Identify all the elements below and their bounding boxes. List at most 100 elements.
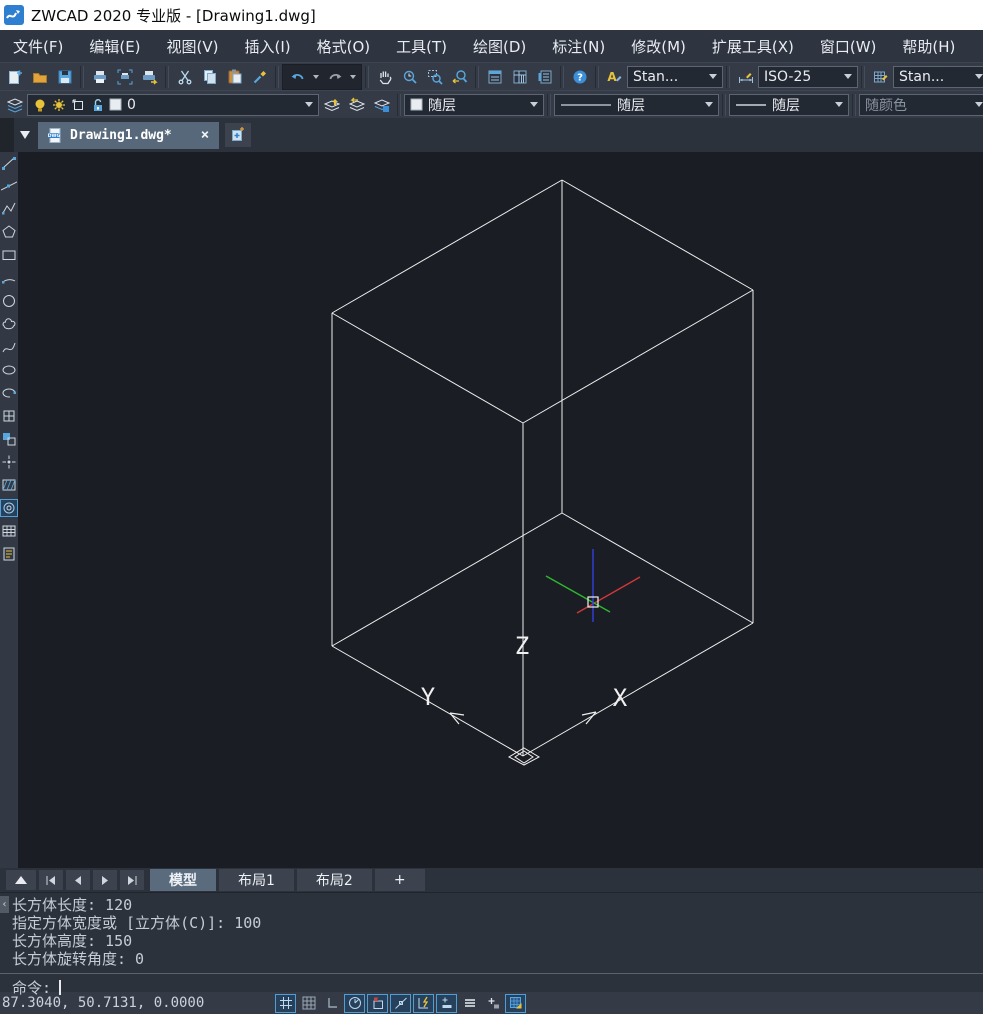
- insert-block-button[interactable]: [1, 408, 17, 424]
- undo-button[interactable]: [285, 65, 310, 89]
- layer-unlock-icon[interactable]: [90, 98, 104, 112]
- doc-tab-list-button[interactable]: [14, 122, 36, 148]
- command-history-collapse[interactable]: ‹: [0, 896, 9, 913]
- zoom-realtime-button[interactable]: [397, 65, 422, 89]
- menu-file[interactable]: 文件(F): [0, 30, 76, 62]
- hamburger-menu-icon: [463, 996, 477, 1010]
- menu-express-tools[interactable]: 扩展工具(X): [699, 30, 807, 62]
- hatch-button[interactable]: [1, 477, 17, 493]
- menu-window[interactable]: 窗口(W): [807, 30, 890, 62]
- properties-toolbar: 0 随层: [0, 90, 983, 118]
- point-button[interactable]: [1, 454, 17, 470]
- command-line-panel[interactable]: ‹ 长方体长度: 120 指定方体宽度或 [立方体(C)]: 100 长方体高度…: [0, 892, 983, 992]
- pan-button[interactable]: [372, 65, 397, 89]
- new-document-tab-button[interactable]: [225, 123, 251, 147]
- menu-format[interactable]: 格式(O): [304, 30, 384, 62]
- menu-view[interactable]: 视图(V): [154, 30, 232, 62]
- construction-line-button[interactable]: [1, 178, 17, 194]
- text-style-select[interactable]: Stan...: [627, 66, 723, 88]
- menu-tools[interactable]: 工具(T): [383, 30, 460, 62]
- cut-button[interactable]: [172, 65, 197, 89]
- zoom-previous-icon: [452, 69, 468, 85]
- print-button[interactable]: [87, 65, 112, 89]
- command-prompt[interactable]: 命令:: [12, 977, 983, 997]
- menu-insert[interactable]: 插入(I): [232, 30, 304, 62]
- text-style-button[interactable]: A: [602, 65, 627, 89]
- print-preview-button[interactable]: [112, 65, 137, 89]
- linetype-select[interactable]: 随层: [554, 94, 719, 116]
- help-button[interactable]: ?: [567, 65, 592, 89]
- properties-palette-button[interactable]: [482, 65, 507, 89]
- tab-model[interactable]: 模型: [150, 869, 216, 891]
- layer-vp-freeze-icon[interactable]: [71, 98, 85, 112]
- menu-help[interactable]: 帮助(H): [889, 30, 968, 62]
- svg-text:Y: Y: [421, 683, 436, 711]
- expand-tabs-button[interactable]: [6, 870, 36, 890]
- polygon-button[interactable]: [1, 224, 17, 240]
- close-tab-icon[interactable]: ×: [201, 127, 209, 143]
- zoom-window-button[interactable]: [422, 65, 447, 89]
- redo-button[interactable]: [322, 65, 347, 89]
- undo-dropdown-caret[interactable]: [313, 75, 319, 79]
- format-painter-button[interactable]: [247, 65, 272, 89]
- plot-style-select[interactable]: 随颜色: [859, 94, 983, 116]
- redo-dropdown-caret[interactable]: [350, 75, 356, 79]
- color-select[interactable]: 随层: [404, 94, 544, 116]
- table-style-select[interactable]: Stan...: [893, 66, 983, 88]
- menu-dimension[interactable]: 标注(N): [539, 30, 618, 62]
- open-file-icon: [32, 69, 48, 85]
- last-tab-button[interactable]: [120, 870, 144, 890]
- layer-on-bulb-icon[interactable]: [33, 98, 47, 112]
- first-tab-button[interactable]: [39, 870, 63, 890]
- mtext-button[interactable]: [1, 546, 17, 562]
- open-file-button[interactable]: [27, 65, 52, 89]
- design-center-button[interactable]: [507, 65, 532, 89]
- annotation-monitor-icon: [509, 996, 523, 1010]
- layer-previous-button[interactable]: [344, 93, 369, 117]
- table-button[interactable]: [1, 523, 17, 539]
- paste-button[interactable]: [222, 65, 247, 89]
- plot-button[interactable]: [137, 65, 162, 89]
- line-button[interactable]: [1, 155, 17, 171]
- layer-states-button[interactable]: [369, 93, 394, 117]
- menu-modify[interactable]: 修改(M): [618, 30, 699, 62]
- tool-palette-button[interactable]: [532, 65, 557, 89]
- layer-select[interactable]: 0: [27, 94, 319, 116]
- ellipse-button[interactable]: [1, 362, 17, 378]
- arc-button[interactable]: [1, 270, 17, 286]
- ellipse-arc-button[interactable]: [1, 385, 17, 401]
- layer-previous-icon: [349, 97, 365, 113]
- dim-style-select[interactable]: ISO-25: [758, 66, 858, 88]
- copy-button[interactable]: [197, 65, 222, 89]
- rectangle-button[interactable]: [1, 247, 17, 263]
- layer-properties-button[interactable]: [2, 93, 27, 117]
- region-button[interactable]: [1, 500, 17, 516]
- lineweight-select[interactable]: 随层: [729, 94, 849, 116]
- layer-freeze-sun-icon[interactable]: [52, 98, 66, 112]
- zoom-previous-button[interactable]: [447, 65, 472, 89]
- table-style-button[interactable]: [868, 65, 893, 89]
- make-layer-current-button[interactable]: [319, 93, 344, 117]
- revision-cloud-button[interactable]: [1, 316, 17, 332]
- tab-layout1[interactable]: 布局1: [219, 869, 294, 891]
- polar-tracking-icon: [348, 996, 362, 1010]
- circle-button[interactable]: [1, 293, 17, 309]
- next-tab-button[interactable]: [93, 870, 117, 890]
- menu-draw[interactable]: 绘图(D): [460, 30, 539, 62]
- new-file-button[interactable]: [2, 65, 27, 89]
- dim-style-button[interactable]: [733, 65, 758, 89]
- previous-tab-button[interactable]: [66, 870, 90, 890]
- spline-button[interactable]: [1, 339, 17, 355]
- chevron-down-icon: [705, 102, 713, 107]
- add-layout-button[interactable]: +: [375, 869, 425, 891]
- polyline-button[interactable]: [1, 201, 17, 217]
- save-file-button[interactable]: [52, 65, 77, 89]
- tab-layout2[interactable]: 布局2: [297, 869, 372, 891]
- svg-text:DWG: DWG: [48, 133, 60, 139]
- command-history-line: 指定方体宽度或 [立方体(C)]: 100: [12, 914, 983, 932]
- drawing-canvas[interactable]: ZXY: [18, 152, 983, 868]
- document-tab[interactable]: DWG Drawing1.dwg* ×: [38, 122, 219, 149]
- menu-edit[interactable]: 编辑(E): [76, 30, 153, 62]
- make-block-button[interactable]: [1, 431, 17, 447]
- layer-color-swatch[interactable]: [109, 98, 122, 111]
